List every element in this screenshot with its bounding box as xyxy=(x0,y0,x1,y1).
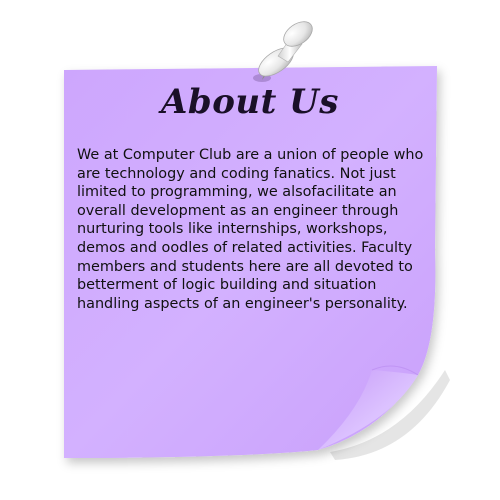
sticky-note-scene: About Us We at Computer Club are a union… xyxy=(0,0,500,500)
note-body-text: We at Computer Club are a union of peopl… xyxy=(77,147,424,312)
note-title: About Us xyxy=(161,82,339,122)
